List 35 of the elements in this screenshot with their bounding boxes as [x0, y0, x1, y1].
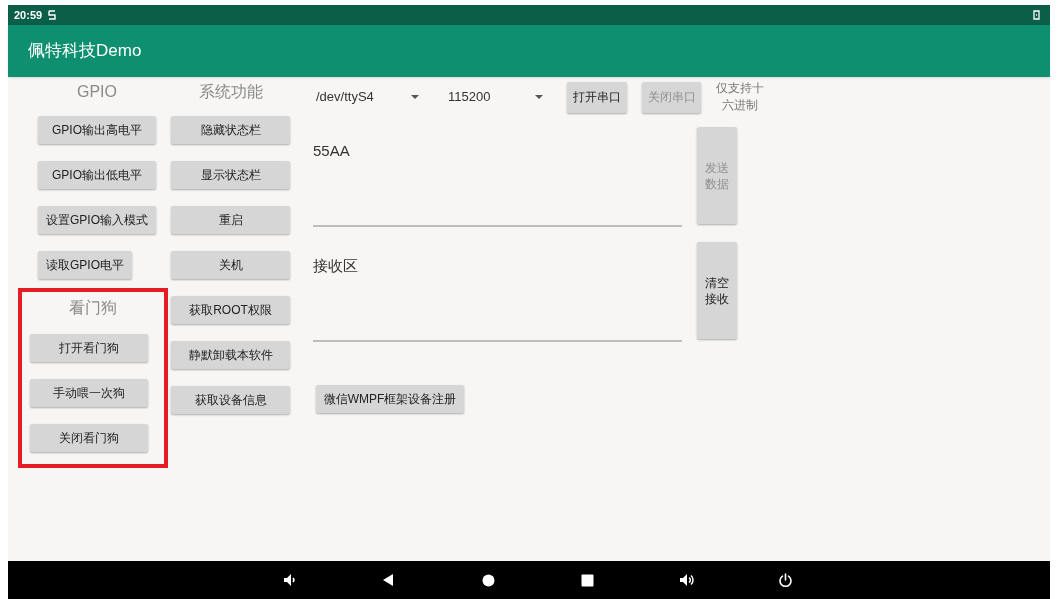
- action-button[interactable]: GPIO输出低电平: [38, 161, 156, 189]
- dropdown-arrow-icon: [411, 95, 419, 99]
- dropdown[interactable]: /dev/ttyS4: [313, 87, 423, 107]
- action-button[interactable]: 隐藏状态栏: [171, 116, 290, 144]
- section-title: GPIO: [76, 82, 118, 102]
- volume-up-icon[interactable]: [679, 573, 695, 587]
- section-title: 看门狗: [68, 298, 118, 318]
- app-title: 佩特科技Demo: [28, 40, 142, 63]
- status-time: 20:59: [14, 7, 43, 23]
- action-button[interactable]: 打开串口: [567, 81, 627, 113]
- action-button[interactable]: 读取GPIO电平: [38, 251, 132, 279]
- action-button[interactable]: 微信WMPF框架设备注册: [316, 385, 464, 413]
- text-input-field[interactable]: 接收区: [313, 244, 682, 342]
- action-button[interactable]: 打开看门狗: [30, 334, 148, 362]
- action-button[interactable]: 获取ROOT权限: [171, 296, 290, 324]
- action-button[interactable]: 设置GPIO输入模式: [38, 206, 156, 234]
- dropdown[interactable]: 115200: [445, 87, 547, 107]
- action-button[interactable]: 关闭看门狗: [30, 424, 148, 452]
- power-icon[interactable]: [778, 572, 793, 588]
- action-button[interactable]: 静默卸载本软件: [171, 341, 290, 369]
- text-input-field[interactable]: 55AA: [313, 129, 682, 227]
- action-button[interactable]: 获取设备信息: [171, 386, 290, 414]
- recents-icon[interactable]: [581, 573, 594, 587]
- hex-note: 仅支持十六进制: [715, 80, 765, 114]
- action-button[interactable]: 手动喂一次狗: [30, 379, 148, 407]
- home-icon[interactable]: [482, 573, 495, 587]
- section-title: 系统功能: [197, 82, 264, 102]
- action-button[interactable]: GPIO输出高电平: [38, 116, 156, 144]
- dropdown-arrow-icon: [535, 95, 543, 99]
- action-button[interactable]: 清空接收: [697, 242, 737, 339]
- action-button[interactable]: 关机: [171, 251, 290, 279]
- volume-down-icon[interactable]: [283, 573, 297, 587]
- action-button[interactable]: 显示状态栏: [171, 161, 290, 189]
- action-button[interactable]: 重启: [171, 206, 290, 234]
- back-icon[interactable]: [382, 573, 394, 587]
